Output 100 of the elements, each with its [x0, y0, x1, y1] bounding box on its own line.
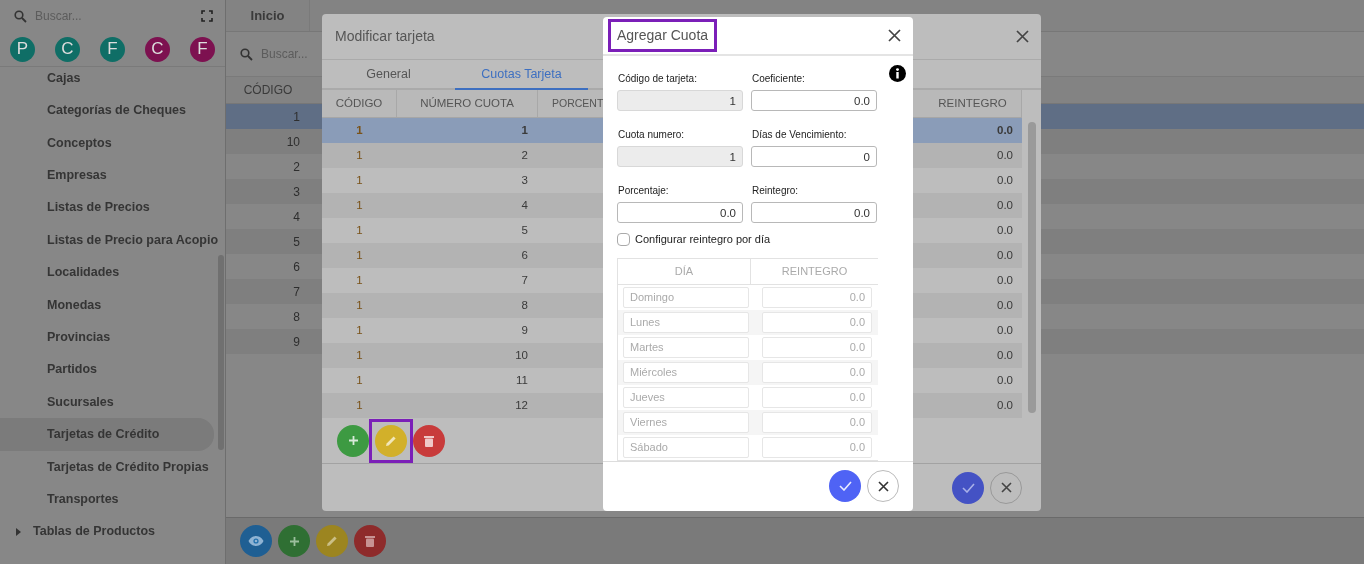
- shortcut-avatar[interactable]: C: [145, 36, 170, 62]
- column-header: DÍA: [618, 258, 751, 284]
- sidebar-item[interactable]: Conceptos: [0, 126, 214, 160]
- cancel-button[interactable]: [867, 470, 899, 503]
- field-label: Cuota numero:: [618, 128, 685, 143]
- table-cell-text: 1: [355, 297, 364, 313]
- input-field[interactable]: 0: [751, 146, 877, 168]
- table-cell-text: 1: [355, 122, 364, 138]
- sidebar-item[interactable]: Transportes: [0, 483, 214, 516]
- table-cell-text: 1: [355, 322, 364, 338]
- input-field[interactable]: 1: [617, 146, 743, 168]
- sidebar-item[interactable]: Listas de Precios: [0, 191, 214, 224]
- input-field[interactable]: 1: [617, 90, 743, 112]
- edit-button[interactable]: [316, 525, 348, 557]
- add-button[interactable]: [337, 424, 369, 457]
- table-cell-text: 0.0: [996, 247, 1014, 263]
- table-cell-text: 9: [520, 322, 529, 338]
- pencil-icon: [326, 535, 338, 547]
- sidebar-item[interactable]: Categorías de Cheques: [0, 94, 214, 127]
- info-icon[interactable]: [889, 65, 906, 83]
- table-cell-text: 1: [292, 108, 301, 126]
- fullscreen-icon[interactable]: [201, 10, 213, 22]
- field-label: Porcentaje:: [618, 184, 669, 199]
- table-cell-text: 5: [292, 233, 301, 251]
- confirm-button[interactable]: [952, 471, 984, 504]
- view-button[interactable]: [240, 525, 272, 557]
- table-cell-text: 0.0: [996, 222, 1014, 238]
- table-cell-text: 10: [285, 133, 301, 151]
- plus-icon: [288, 535, 300, 547]
- delete-button[interactable]: [354, 525, 386, 557]
- tab[interactable]: Inicio: [226, 0, 310, 31]
- input-field[interactable]: 0.0: [751, 90, 877, 112]
- delete-button[interactable]: [413, 424, 445, 457]
- table-cell-text: 3: [292, 183, 301, 201]
- table-cell-text: 0.0: [996, 297, 1014, 313]
- table-cell-text: 0.0: [996, 197, 1014, 213]
- sidebar-item[interactable]: Tarjetas de Crédito Propias: [0, 450, 214, 484]
- table-cell-text: 7: [520, 272, 529, 288]
- table-cell-text: 3: [520, 172, 529, 188]
- shortcut-avatar[interactable]: P: [10, 36, 35, 62]
- table-cell-text: 0.0: [996, 372, 1014, 388]
- checkbox[interactable]: [617, 232, 630, 246]
- sidebar-item[interactable]: Localidades: [0, 256, 214, 289]
- table-cell-text: 4: [292, 208, 301, 226]
- input-field[interactable]: 0.0: [617, 202, 743, 224]
- field-label: Coeficiente:: [752, 72, 805, 87]
- scrollbar-thumb[interactable]: [1028, 122, 1036, 413]
- table-cell-text: 6: [520, 247, 529, 263]
- field-label: Reintegro:: [752, 184, 799, 199]
- sidebar-item[interactable]: Cajas: [0, 67, 214, 95]
- table-cell-text: 1: [355, 172, 364, 188]
- check-icon: [838, 481, 852, 492]
- shortcut-avatar[interactable]: F: [100, 36, 125, 62]
- search-icon: [240, 47, 253, 61]
- table-cell-text: 1: [520, 122, 529, 138]
- group-label: Tablas de Productos: [33, 523, 155, 541]
- table-cell-text: 1: [355, 347, 364, 363]
- sidebar-group[interactable]: Tablas de Productos: [0, 515, 214, 548]
- table-cell-text: 9: [292, 333, 301, 351]
- close-icon: [888, 29, 901, 43]
- field-label: Días de Vencimiento:: [752, 128, 847, 143]
- trash-icon: [365, 535, 375, 547]
- table-cell-text: 7: [292, 283, 301, 301]
- confirm-button[interactable]: [829, 470, 861, 503]
- table-cell-text: 2: [520, 147, 529, 163]
- column-header: PORCENT: [552, 95, 604, 111]
- shortcut-avatar[interactable]: F: [190, 36, 215, 62]
- check-icon: [961, 482, 975, 493]
- column-header: NÚMERO CUOTA: [397, 90, 538, 117]
- checkbox-label: Configurar reintegro por día: [635, 232, 771, 248]
- table-cell-text: 4: [520, 197, 529, 213]
- sidebar-item[interactable]: Monedas: [0, 288, 214, 322]
- shortcut-avatar[interactable]: C: [55, 36, 80, 62]
- table-cell-text: 0.0: [996, 322, 1014, 338]
- sidebar-item[interactable]: Tarjetas de Crédito: [0, 418, 214, 451]
- table-cell-text: 0.0: [996, 272, 1014, 288]
- input-field[interactable]: 0.0: [751, 202, 877, 224]
- table-cell-text: 12: [514, 397, 529, 413]
- sidebar-item[interactable]: Partidos: [0, 353, 214, 386]
- add-button[interactable]: [278, 525, 310, 557]
- table-cell-text: 2: [292, 158, 301, 176]
- eye-icon: [248, 535, 264, 547]
- table-cell-text: 6: [292, 258, 301, 276]
- column-header: REINTEGRO: [780, 263, 849, 279]
- scrollbar-thumb[interactable]: [218, 255, 224, 450]
- sidebar-item[interactable]: Empresas: [0, 159, 214, 192]
- sidebar-item[interactable]: Provincias: [0, 321, 214, 354]
- table-cell-text: 0.0: [996, 347, 1014, 363]
- field-label: Código de tarjeta:: [618, 72, 697, 87]
- table-cell-text: 1: [355, 272, 364, 288]
- close-icon: [877, 480, 889, 492]
- sidebar-item[interactable]: Sucursales: [0, 385, 214, 419]
- close-button[interactable]: [888, 29, 901, 43]
- tab[interactable]: General: [322, 60, 455, 90]
- close-button[interactable]: [1016, 30, 1029, 43]
- column-header: CÓDIGO: [242, 81, 294, 99]
- plus-icon: [347, 435, 359, 446]
- table-cell-text: 0.0: [996, 147, 1014, 163]
- column-header: REINTEGRO: [924, 90, 1022, 117]
- trash-icon: [424, 434, 434, 447]
